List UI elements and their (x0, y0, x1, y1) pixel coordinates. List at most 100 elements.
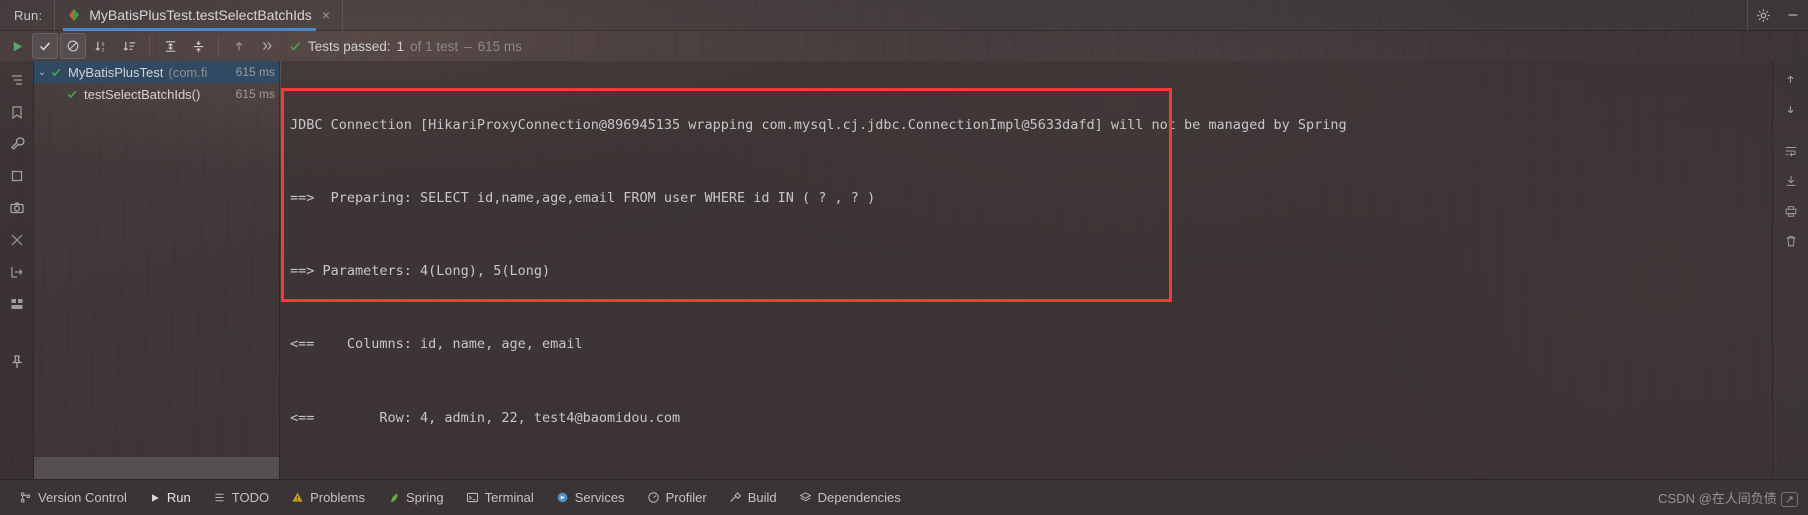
status-item-label: Dependencies (817, 490, 901, 505)
status-item-label: Version Control (38, 490, 127, 505)
toolbar-divider-1 (149, 37, 150, 55)
status-item-label: Profiler (665, 490, 707, 505)
test-method-name: testSelectBatchIds() (84, 86, 201, 102)
console-side-toolbar (1772, 61, 1808, 479)
tool-window-bar: Version Control Run TODO Problems Spring (0, 479, 1808, 515)
run-tool-window-header: Run: MyBatisPlusTest.testSelectBatchIds … (0, 0, 1808, 31)
toggle-show-passed-button[interactable] (32, 33, 58, 59)
status-item-problems[interactable]: Problems (280, 480, 376, 515)
status-item-label: Spring (406, 490, 444, 505)
warning-icon (291, 491, 304, 504)
layers-icon (799, 491, 812, 504)
list-icon (213, 491, 226, 504)
test-status-summary: Tests passed: 1 of 1 test – 615 ms (288, 39, 522, 54)
printer-icon[interactable] (1778, 199, 1804, 223)
status-item-todo[interactable]: TODO (202, 480, 280, 515)
watermark-badge: ↗ (1780, 492, 1798, 507)
previous-failed-test-button[interactable] (226, 33, 252, 59)
console-line: <== Columns: id, name, age, email (290, 336, 583, 353)
status-item-version-control[interactable]: Version Control (8, 480, 138, 515)
status-item-services[interactable]: Services (545, 480, 636, 515)
status-item-build[interactable]: Build (718, 480, 788, 515)
status-item-label: Run (166, 490, 191, 505)
stop-square-icon[interactable] (3, 161, 31, 191)
status-item-run[interactable]: Run (138, 480, 202, 515)
test-runner-toolbar: az Tests passed: 1 of 1 test – 615 ms (0, 31, 1808, 61)
status-item-label: Build (747, 490, 777, 505)
status-item-label: Problems (310, 490, 365, 505)
status-item-spring[interactable]: Spring (376, 480, 455, 515)
watermark-text: CSDN @在人间负债 (1658, 491, 1777, 506)
check-icon (50, 66, 68, 78)
bug-icon[interactable] (3, 225, 31, 255)
test-results-tree[interactable]: ⌄ MyBatisPlusTest (com.fi 615 ms testSel… (34, 61, 280, 479)
leaf-icon (387, 491, 400, 504)
run-configuration-tab[interactable]: MyBatisPlusTest.testSelectBatchIds × (55, 0, 342, 31)
scroll-end-icon[interactable] (1778, 169, 1804, 193)
toggle-show-ignored-button[interactable] (60, 33, 86, 59)
close-icon[interactable]: × (320, 8, 332, 22)
trash-icon[interactable] (1778, 229, 1804, 253)
profiler-icon (647, 491, 660, 504)
svg-text:z: z (101, 47, 104, 53)
test-tree-root-row[interactable]: ⌄ MyBatisPlusTest (com.fi 615 ms (34, 61, 279, 83)
wrap-lines-icon[interactable] (1778, 139, 1804, 163)
test-class-package: (com.fi (168, 64, 208, 80)
rerun-button[interactable] (4, 33, 30, 59)
services-icon (556, 491, 569, 504)
check-icon (66, 88, 84, 100)
status-item-dependencies[interactable]: Dependencies (788, 480, 912, 515)
sort-by-duration-button[interactable] (116, 33, 142, 59)
console-line: <== Row: 4, admin, 22, test4@baomidou.co… (290, 409, 681, 426)
pin-icon[interactable] (3, 347, 31, 377)
bookmark-icon[interactable] (3, 97, 31, 127)
console-line: ==> Parameters: 4(Long), 5(Long) (290, 263, 551, 280)
test-tree-method-row[interactable]: testSelectBatchIds() 615 ms (34, 83, 279, 105)
chevron-down-icon[interactable]: ⌄ (34, 67, 50, 78)
structure-icon[interactable] (3, 65, 31, 95)
test-status-total: of 1 test (410, 38, 459, 54)
run-config-icon (67, 8, 81, 22)
status-item-profiler[interactable]: Profiler (636, 480, 718, 515)
terminal-icon (466, 491, 479, 504)
test-status-separator: – (464, 38, 472, 54)
export-icon[interactable] (3, 257, 31, 287)
run-config-tab-label: MyBatisPlusTest.testSelectBatchIds (89, 7, 312, 23)
console-line: JDBC Connection [HikariProxyConnection@8… (290, 116, 1347, 133)
tree-horizontal-scrollbar[interactable] (34, 457, 279, 479)
collapse-all-button[interactable] (185, 33, 211, 59)
test-class-name: MyBatisPlusTest (68, 64, 164, 80)
test-status-count: 1 (396, 38, 405, 54)
camera-icon[interactable] (3, 193, 31, 223)
arrow-down-small-icon[interactable] (1778, 97, 1804, 121)
console-output[interactable]: JDBC Connection [HikariProxyConnection@8… (281, 61, 1772, 479)
grid-icon[interactable] (3, 289, 31, 319)
watermark: CSDN @在人间负债 ↗ (1658, 488, 1808, 507)
sort-alphabetically-button[interactable]: az (88, 33, 114, 59)
run-label: Run: (14, 7, 43, 23)
test-status-prefix: Tests passed: (308, 38, 391, 54)
status-item-label: Services (574, 490, 625, 505)
left-tool-strip (0, 61, 34, 479)
test-method-duration: 615 ms (235, 87, 275, 101)
ide-run-tool-window: Run: MyBatisPlusTest.testSelectBatchIds … (0, 0, 1808, 515)
hammer-icon (729, 491, 742, 504)
test-status-duration: 615 ms (477, 38, 522, 54)
more-options-button[interactable] (254, 33, 280, 59)
expand-all-button[interactable] (157, 33, 183, 59)
check-icon (288, 39, 302, 53)
status-item-label: TODO (231, 490, 270, 505)
svg-text:a: a (101, 41, 104, 47)
hide-button[interactable] (1778, 0, 1808, 31)
branch-icon (19, 491, 32, 504)
play-icon (149, 492, 161, 504)
status-item-terminal[interactable]: Terminal (455, 480, 545, 515)
test-class-duration: 615 ms (235, 65, 275, 79)
header-divider-2 (342, 0, 343, 31)
toolbar-divider-2 (218, 37, 219, 55)
wrench-icon[interactable] (3, 129, 31, 159)
console-line: ==> Preparing: SELECT id,name,age,email … (290, 190, 876, 207)
settings-button[interactable] (1748, 0, 1778, 31)
arrow-up-small-icon[interactable] (1778, 67, 1804, 91)
status-item-label: Terminal (484, 490, 534, 505)
